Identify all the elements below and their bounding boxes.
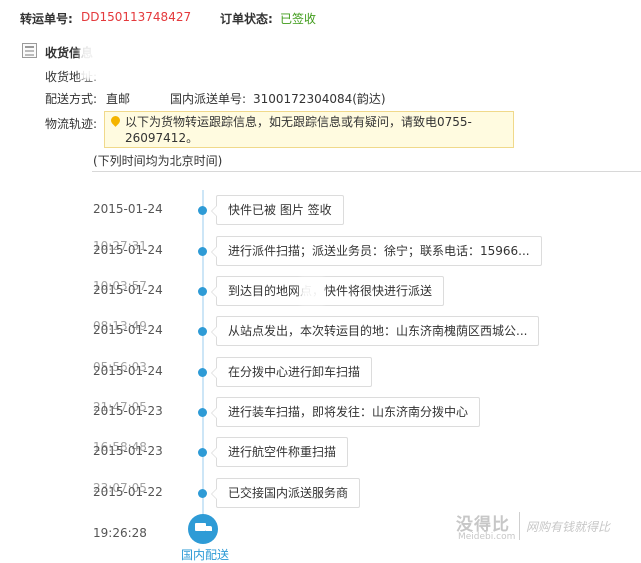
transfer-no-value: DD150113748427 [81, 10, 192, 24]
truck-icon [188, 514, 218, 544]
transfer-no-label: 转运单号: [20, 12, 73, 26]
event-card: 快件已被 图片 签收 [211, 195, 344, 225]
watermark-sub: Meidebi.com [458, 532, 516, 542]
event-date: 2015-01-24 [93, 202, 163, 216]
timeline-dot [198, 247, 207, 256]
watermark-slogan: 网购有钱就得比 [526, 520, 611, 534]
timeline-dot [198, 368, 207, 377]
event-text: 在分拨中心进行卸车扫描 [228, 365, 361, 379]
domestic-no-label: 国内派送单号: [170, 92, 247, 106]
redacted-address [80, 44, 520, 80]
ship-method-value: 直邮 [106, 92, 131, 106]
event-date: 2015-01-23 [93, 404, 163, 418]
track-label: 物流轨迹: [45, 117, 98, 131]
last-time: 19:26:28 [93, 526, 147, 540]
watermark-divider [519, 512, 520, 540]
timeline-dot [198, 206, 207, 215]
redacted-text [300, 278, 324, 304]
order-status-label: 订单状态: [220, 12, 273, 26]
order-status-value: 已签收 [280, 12, 317, 26]
event-card: 在分拨中心进行卸车扫描 [210, 357, 373, 387]
event-text: 进行派件扫描；派送业务员：徐宁；联系电话：15966... [228, 244, 530, 258]
timeline-row: 2015-01-24 快件已被 图片 签收 [0, 195, 641, 225]
event-text: 进行航空件称重扫描 [228, 445, 337, 459]
ship-method-label: 配送方式: [45, 92, 98, 106]
timeline-row: 08:13:49 2015-01-24 从站点发出，本次转运目的地：山东济南槐荫… [0, 316, 641, 346]
location-pin-icon [109, 114, 122, 127]
event-card: 进行派件扫描；派送业务员：徐宁；联系电话：15966... [211, 236, 542, 266]
event-card: 已交接国内派送服务商 [210, 478, 361, 508]
event-card: 到达目的地网点，快件将很快进行派送 [210, 276, 445, 306]
timeline-row: 05:56:03 2015-01-24 在分拨中心进行卸车扫描 [0, 357, 641, 387]
event-text: 已交接国内派送服务商 [228, 486, 349, 500]
event-text: 从站点发出，本次转运目的地：山东济南槐荫区西城公... [228, 324, 528, 338]
tracking-notice: 以下为货物转运跟踪信息，如无跟踪信息或有疑问，请致电0755-26097412。 [104, 111, 514, 148]
event-date: 2015-01-24 [93, 283, 163, 297]
event-card: 进行装车扫描，即将发往：山东济南分拨中心 [210, 397, 481, 427]
event-date: 2015-01-24 [93, 323, 163, 337]
timeline-dot [198, 489, 207, 498]
event-text: 进行装车扫描，即将发往：山东济南分拨中心 [228, 405, 469, 419]
event-date: 2015-01-24 [93, 364, 163, 378]
domestic-delivery-label: 国内配送 [181, 548, 230, 562]
timeline-row: 23:07:05 2015-01-22 已交接国内派送服务商 [0, 478, 641, 508]
timezone-note: (下列时间均为北京时间) [93, 154, 223, 168]
event-text: 到达目的地网点，快件将很快进行派送 [228, 284, 433, 298]
event-text: 快件已被 图片 签收 [228, 203, 332, 217]
event-card: 从站点发出，本次转运目的地：山东济南槐荫区西城公... [210, 316, 540, 346]
timeline-row: 21:47:05 2015-01-23 进行装车扫描，即将发往：山东济南分拨中心 [0, 397, 641, 427]
event-date: 2015-01-22 [93, 485, 163, 499]
timeline-row: 16:58:48 2015-01-23 进行航空件称重扫描 [0, 437, 641, 467]
timeline-dot [198, 327, 207, 336]
domestic-no-value: 3100172304084(韵达) [253, 92, 386, 106]
timeline-dot [198, 448, 207, 457]
timeline-dot [198, 287, 207, 296]
document-icon [22, 43, 37, 58]
timeline-row: 10:27:31 2015-01-24 进行派件扫描；派送业务员：徐宁；联系电话… [0, 236, 641, 266]
event-date: 2015-01-24 [93, 243, 163, 257]
timeline-row: 10:03:57 2015-01-24 到达目的地网点，快件将很快进行派送 [0, 276, 641, 306]
event-date: 2015-01-23 [93, 444, 163, 458]
notice-text: 以下为货物转运跟踪信息，如无跟踪信息或有疑问，请致电0755-26097412。 [125, 115, 472, 145]
divider [92, 171, 641, 172]
event-card: 进行航空件称重扫描 [210, 437, 349, 467]
timeline-dot [198, 408, 207, 417]
